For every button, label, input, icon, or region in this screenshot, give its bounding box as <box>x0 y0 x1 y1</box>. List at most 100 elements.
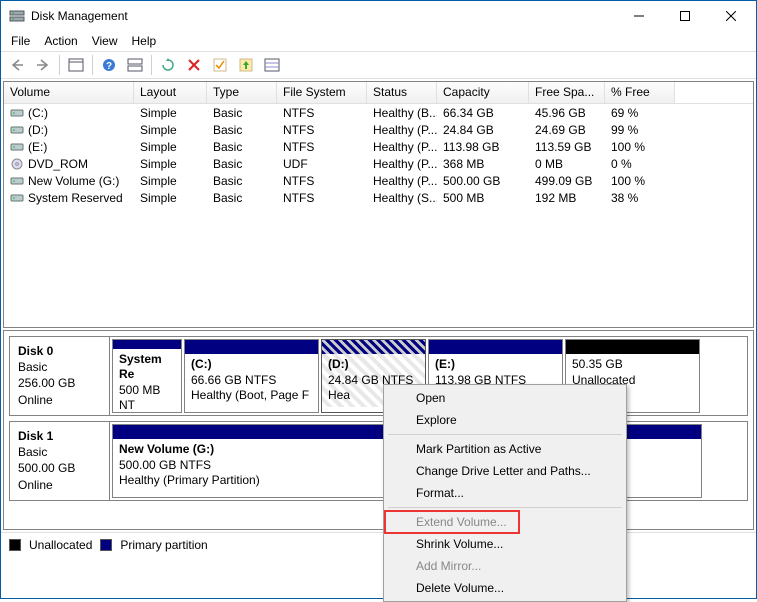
legend-swatch-primary <box>100 539 112 551</box>
toolbar-separator <box>151 55 152 75</box>
partition-title: System Re <box>119 352 162 382</box>
menu-item-change-drive-letter-and-paths[interactable]: Change Drive Letter and Paths... <box>386 460 624 482</box>
volume-pctfree: 38 % <box>605 191 675 205</box>
volume-row[interactable]: New Volume (G:)SimpleBasicNTFSHealthy (P… <box>4 172 753 189</box>
volume-row[interactable]: DVD_ROMSimpleBasicUDFHealthy (P...368 MB… <box>4 155 753 172</box>
menu-bar: File Action View Help <box>1 31 756 51</box>
volume-row[interactable]: (E:)SimpleBasicNTFSHealthy (P...113.98 G… <box>4 138 753 155</box>
volume-status: Healthy (P... <box>367 140 437 154</box>
show-hide-console-tree-button[interactable] <box>64 54 88 76</box>
disk-size: 500.00 GB <box>18 461 75 475</box>
maximize-button[interactable] <box>662 1 708 31</box>
partition-size: 500 MB NT <box>119 383 160 412</box>
menu-item-shrink-volume[interactable]: Shrink Volume... <box>386 533 624 555</box>
partition[interactable]: (C:)66.66 GB NTFSHealthy (Boot, Page F <box>184 339 319 413</box>
volume-status: Healthy (P... <box>367 157 437 171</box>
menu-item-explore[interactable]: Explore <box>386 409 624 431</box>
volume-pctfree: 0 % <box>605 157 675 171</box>
close-icon <box>726 11 736 21</box>
volume-name: (D:) <box>28 123 48 137</box>
legend: Unallocated Primary partition <box>1 532 756 556</box>
column-header-filesystem[interactable]: File System <box>277 82 367 103</box>
legend-label-primary: Primary partition <box>120 538 207 552</box>
volume-status: Healthy (P... <box>367 174 437 188</box>
forward-button[interactable] <box>31 54 55 76</box>
menu-view[interactable]: View <box>92 34 118 48</box>
list-view-button[interactable] <box>260 54 284 76</box>
volume-layout: Simple <box>134 106 207 120</box>
toolbar: ? <box>1 51 756 79</box>
volume-type: Basic <box>207 191 277 205</box>
partition[interactable]: System Re500 MB NTHealthy (Sy <box>112 339 182 413</box>
volume-capacity: 500.00 GB <box>437 174 529 188</box>
settings-top-bottom-button[interactable] <box>123 54 147 76</box>
menu-file[interactable]: File <box>11 34 30 48</box>
volume-free: 499.09 GB <box>529 174 605 188</box>
volume-layout: Simple <box>134 157 207 171</box>
refresh-button[interactable] <box>156 54 180 76</box>
column-header-freespace[interactable]: Free Spa... <box>529 82 605 103</box>
help-button[interactable]: ? <box>97 54 121 76</box>
partition-status: Healthy (Primary Partition) <box>119 473 260 487</box>
volume-name: (C:) <box>28 106 48 120</box>
action-button[interactable] <box>234 54 258 76</box>
volume-type: Basic <box>207 174 277 188</box>
volume-fs: UDF <box>277 157 367 171</box>
partition-color-bar <box>566 340 699 354</box>
volume-fs: NTFS <box>277 106 367 120</box>
drive-icon <box>10 141 24 153</box>
column-header-status[interactable]: Status <box>367 82 437 103</box>
split-icon <box>127 58 143 72</box>
volume-pctfree: 99 % <box>605 123 675 137</box>
volume-row[interactable]: (D:)SimpleBasicNTFSHealthy (P...24.84 GB… <box>4 121 753 138</box>
partition-title: (E:) <box>435 357 455 371</box>
volume-capacity: 24.84 GB <box>437 123 529 137</box>
arrow-right-icon <box>35 58 51 72</box>
legend-label-unallocated: Unallocated <box>29 538 92 552</box>
volume-capacity: 66.34 GB <box>437 106 529 120</box>
disk-size: 256.00 GB <box>18 376 75 390</box>
menu-item-mark-partition-as-active[interactable]: Mark Partition as Active <box>386 438 624 460</box>
column-header-volume[interactable]: Volume <box>4 82 134 103</box>
svg-text:?: ? <box>106 61 112 72</box>
disk-label[interactable]: Disk 1Basic500.00 GBOnline <box>10 422 110 500</box>
menu-item-open[interactable]: Open <box>386 387 624 409</box>
partition-color-bar <box>185 340 318 354</box>
volume-type: Basic <box>207 123 277 137</box>
volume-row[interactable]: (C:)SimpleBasicNTFSHealthy (B...66.34 GB… <box>4 104 753 121</box>
column-header-pctfree[interactable]: % Free <box>605 82 675 103</box>
disk-label[interactable]: Disk 0Basic256.00 GBOnline <box>10 337 110 415</box>
menu-separator <box>388 507 622 508</box>
menu-help[interactable]: Help <box>132 34 157 48</box>
properties-button[interactable] <box>208 54 232 76</box>
list-icon <box>264 58 280 72</box>
volume-pctfree: 69 % <box>605 106 675 120</box>
volume-row[interactable]: System ReservedSimpleBasicNTFSHealthy (S… <box>4 189 753 206</box>
close-button[interactable] <box>708 1 754 31</box>
minimize-button[interactable] <box>616 1 662 31</box>
disk-type: Basic <box>18 360 47 374</box>
column-header-capacity[interactable]: Capacity <box>437 82 529 103</box>
menu-item-format[interactable]: Format... <box>386 482 624 504</box>
drive-icon <box>10 107 24 119</box>
volume-free: 113.59 GB <box>529 140 605 154</box>
partition-title: (C:) <box>191 357 212 371</box>
volume-list[interactable]: Volume Layout Type File System Status Ca… <box>3 81 754 328</box>
check-icon <box>213 58 227 72</box>
volume-free: 24.69 GB <box>529 123 605 137</box>
column-header-type[interactable]: Type <box>207 82 277 103</box>
volume-list-header: Volume Layout Type File System Status Ca… <box>4 82 753 104</box>
volume-free: 45.96 GB <box>529 106 605 120</box>
back-button[interactable] <box>5 54 29 76</box>
app-icon <box>9 8 25 24</box>
menu-action[interactable]: Action <box>44 34 77 48</box>
volume-layout: Simple <box>134 140 207 154</box>
menu-item-delete-volume[interactable]: Delete Volume... <box>386 577 624 599</box>
remove-button[interactable] <box>182 54 206 76</box>
column-header-layout[interactable]: Layout <box>134 82 207 103</box>
volume-layout: Simple <box>134 174 207 188</box>
disk-graphical-view[interactable]: Disk 0Basic256.00 GBOnlineSystem Re500 M… <box>3 330 754 530</box>
window-title: Disk Management <box>31 9 616 23</box>
toolbar-separator <box>92 55 93 75</box>
disk-state: Online <box>18 393 53 407</box>
